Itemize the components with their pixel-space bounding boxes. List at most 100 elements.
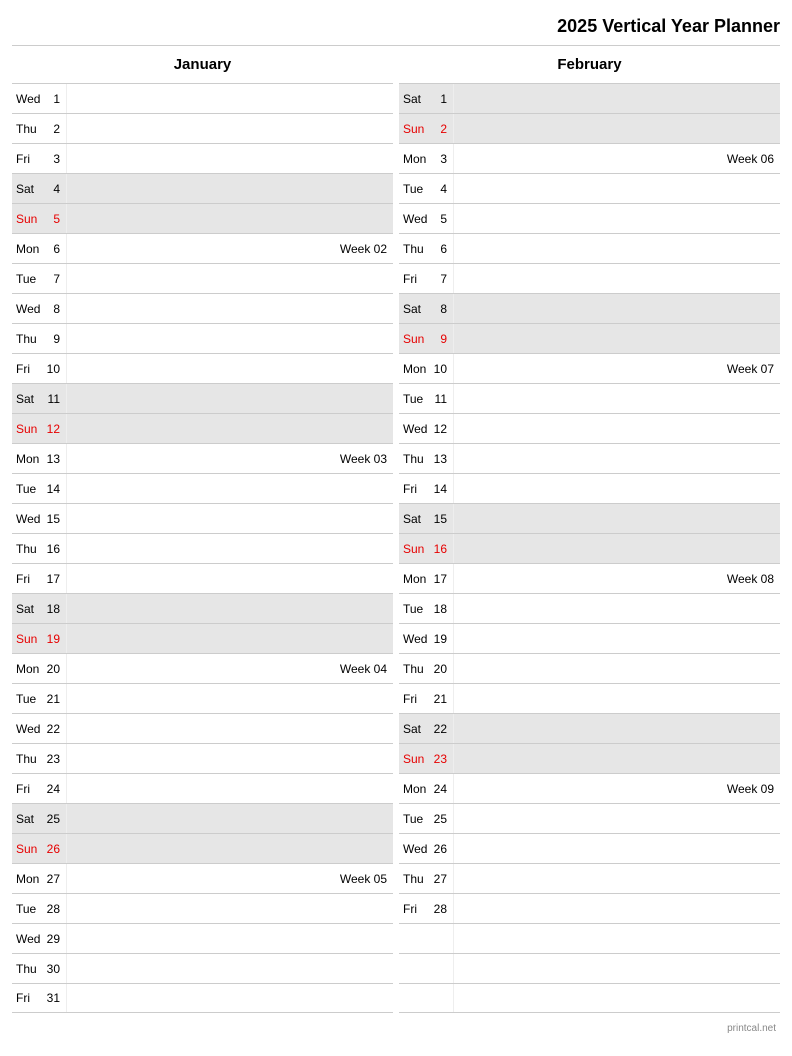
day-note: [66, 354, 393, 383]
day-number: 14: [44, 482, 66, 496]
day-number: 15: [431, 512, 453, 526]
day-of-week: Tue: [399, 182, 431, 196]
day-number: 26: [431, 842, 453, 856]
day-row: Thu2: [12, 113, 393, 143]
day-of-week: Mon: [12, 662, 44, 676]
day-number: 5: [431, 212, 453, 226]
day-note: [66, 594, 393, 623]
day-note: [66, 264, 393, 293]
day-note: [453, 324, 780, 353]
day-number: 24: [431, 782, 453, 796]
day-number: 10: [431, 362, 453, 376]
month-column: FebruarySat1Sun2Mon3Week 06Tue4Wed5Thu6F…: [399, 50, 780, 1013]
day-of-week: Sat: [399, 722, 431, 736]
day-of-week: Wed: [12, 932, 44, 946]
day-row: Sat11: [12, 383, 393, 413]
day-row: Tue7: [12, 263, 393, 293]
day-number: 2: [44, 122, 66, 136]
day-row: Sat1: [399, 83, 780, 113]
day-note: [66, 924, 393, 953]
day-note: [66, 174, 393, 203]
day-row: Sun19: [12, 623, 393, 653]
day-note: [66, 204, 393, 233]
day-note: [66, 114, 393, 143]
day-of-week: Wed: [399, 842, 431, 856]
day-number: 16: [44, 542, 66, 556]
day-of-week: Wed: [12, 92, 44, 106]
day-of-week: Sun: [12, 422, 44, 436]
month-columns: JanuaryWed1Thu2Fri3Sat4Sun5Mon6Week 02Tu…: [12, 50, 780, 1013]
day-number: 26: [44, 842, 66, 856]
day-note: [66, 324, 393, 353]
day-of-week: Thu: [399, 662, 431, 676]
day-note: Week 06: [453, 144, 780, 173]
day-of-week: Tue: [12, 272, 44, 286]
day-of-week: Sun: [399, 752, 431, 766]
day-number: 22: [431, 722, 453, 736]
day-of-week: Fri: [399, 692, 431, 706]
day-row: [399, 953, 780, 983]
day-row: Fri21: [399, 683, 780, 713]
day-number: 30: [44, 962, 66, 976]
day-number: 23: [431, 752, 453, 766]
day-note: [453, 294, 780, 323]
day-row: Tue21: [12, 683, 393, 713]
day-number: 3: [44, 152, 66, 166]
day-row: Sat4: [12, 173, 393, 203]
day-of-week: Sun: [12, 842, 44, 856]
day-number: 15: [44, 512, 66, 526]
day-of-week: Sat: [399, 302, 431, 316]
day-note: [66, 984, 393, 1012]
day-row: Fri24: [12, 773, 393, 803]
day-number: 5: [44, 212, 66, 226]
day-row: Fri10: [12, 353, 393, 383]
day-number: 7: [431, 272, 453, 286]
day-number: 6: [44, 242, 66, 256]
day-note: [453, 174, 780, 203]
day-number: 9: [44, 332, 66, 346]
day-row: Mon3Week 06: [399, 143, 780, 173]
day-number: 23: [44, 752, 66, 766]
month-header: January: [12, 50, 393, 83]
day-number: 10: [44, 362, 66, 376]
day-of-week: Mon: [399, 152, 431, 166]
day-row: Tue25: [399, 803, 780, 833]
day-row: Fri14: [399, 473, 780, 503]
day-row: Wed26: [399, 833, 780, 863]
day-note: [453, 594, 780, 623]
day-of-week: Mon: [399, 572, 431, 586]
day-note: [453, 234, 780, 263]
day-of-week: Wed: [399, 632, 431, 646]
day-of-week: Thu: [12, 542, 44, 556]
day-note: [453, 864, 780, 893]
day-of-week: Mon: [12, 872, 44, 886]
day-row: Thu16: [12, 533, 393, 563]
day-row: Sat8: [399, 293, 780, 323]
day-note: [453, 204, 780, 233]
day-number: 24: [44, 782, 66, 796]
day-note: [453, 504, 780, 533]
day-row: [399, 923, 780, 953]
day-of-week: Tue: [12, 692, 44, 706]
day-row: Tue14: [12, 473, 393, 503]
day-note: [66, 684, 393, 713]
day-of-week: Fri: [399, 902, 431, 916]
day-number: 7: [44, 272, 66, 286]
day-note: [453, 684, 780, 713]
day-of-week: Sun: [12, 632, 44, 646]
day-row: Wed19: [399, 623, 780, 653]
day-note: [66, 414, 393, 443]
day-of-week: Thu: [12, 962, 44, 976]
day-of-week: Sat: [12, 602, 44, 616]
day-number: 20: [44, 662, 66, 676]
day-number: 18: [431, 602, 453, 616]
day-of-week: Thu: [12, 752, 44, 766]
day-note: Week 02: [66, 234, 393, 263]
day-number: 1: [44, 92, 66, 106]
day-row: Sat22: [399, 713, 780, 743]
day-note: [453, 984, 780, 1012]
day-row: Thu6: [399, 233, 780, 263]
page-title: 2025 Vertical Year Planner: [12, 12, 780, 46]
day-note: [66, 474, 393, 503]
day-row: Wed5: [399, 203, 780, 233]
